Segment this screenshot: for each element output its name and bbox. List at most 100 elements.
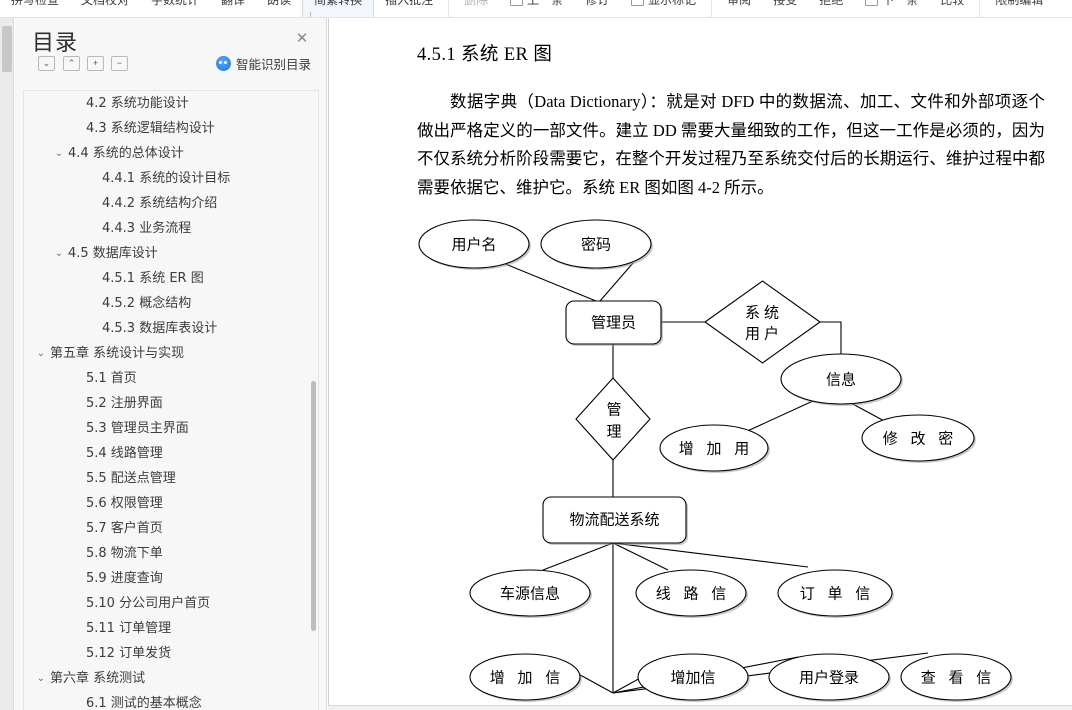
toc-item[interactable]: 4.5.1 系统 ER 图 [24,266,318,291]
collapse-up-icon[interactable]: ⌃ [63,56,80,71]
left-edge-strip [0,18,14,710]
ribbon-item-label: 朗读 [267,0,292,7]
toc-item[interactable]: 5.3 管理员主界面 [24,416,318,441]
toc-item[interactable]: 5.10 分公司用户首页 [24,591,318,616]
toc-item-label: 4.3 系统逻辑结构设计 [86,121,215,136]
toc-list-container: 4.2 系统功能设计 4.3 系统逻辑结构设计 ⌄ 4.4 系统的总体设计 4.4.1 … [23,90,319,710]
toc-item-label: 4.5.3 数据库表设计 [102,321,218,336]
ribbon-item-14[interactable]: 下一条 [854,0,929,17]
ribbon-item-8[interactable]: 上一条 [499,0,574,17]
ribbon-separator [979,0,981,17]
increase-level-icon[interactable]: + [87,56,104,71]
chevron-down-icon[interactable]: ⌄ [52,141,66,166]
chevron-down-icon[interactable]: ⌄ [34,666,48,691]
toc-item[interactable]: 4.3 系统逻辑结构设计 [24,116,318,141]
application-window: 拼写检查 文档校对 字数统计 翻译 朗读 简繁转换 插入批注 删除 上一条 修订 显示标记 审阅 接受 拒… [0,0,1072,710]
toc-item[interactable]: 5.7 客户首页 [24,516,318,541]
ribbon-toolbar: 拼写检查 文档校对 字数统计 翻译 朗读 简繁转换 插入批注 删除 上一条 修订 显示标记 审阅 接受 拒… [0,0,1072,18]
ribbon-item-2[interactable]: 字数统计 [140,0,210,17]
toc-item-label: 4.4 系统的总体设计 [68,146,184,161]
toc-toolbar: ⌄ ⌃ + − 智能识别目录 [15,56,327,82]
ribbon-item-15[interactable]: 比较 [929,0,975,17]
toc-item[interactable]: 4.5.3 数据库表设计 [24,316,318,341]
toc-item[interactable]: 6.1 测试的基本概念 [24,691,318,710]
toc-panel-title: 目录 [32,31,79,56]
toc-item[interactable]: 5.4 线路管理 [24,441,318,466]
panel-drag-handle[interactable] [2,26,12,72]
toc-item[interactable]: ⌄ 4.5 数据库设计 [24,241,318,266]
ribbon-item-label: 拒绝 [819,0,844,7]
ribbon-separator [711,0,713,17]
smart-toc-label: 智能识别目录 [235,57,311,72]
smart-toc-button[interactable]: 智能识别目录 [215,54,311,73]
toc-item[interactable]: ⌄ 第五章 系统设计与实现 [24,341,318,366]
ribbon-item-1[interactable]: 文档校对 [70,0,140,17]
ribbon-item-10[interactable]: 显示标记 [620,0,707,17]
toc-item-label: 4.5 数据库设计 [68,246,158,261]
chevron-down-icon[interactable]: ⌄ [34,341,48,366]
toc-item-label: 4.4.2 系统结构介绍 [102,196,218,211]
ribbon-item-icon [631,0,645,6]
toc-item[interactable]: 4.4.1 系统的设计目标 [24,166,318,191]
ribbon-item-label: 比较 [940,0,965,7]
ribbon-separator [448,0,450,17]
toc-item[interactable]: 4.2 系统功能设计 [24,91,318,116]
toc-item[interactable]: 5.9 进度查询 [24,566,318,591]
toc-scrollbar[interactable] [310,91,316,710]
ribbon-item-label: 限制编辑 [995,0,1044,7]
ribbon-item-13[interactable]: 拒绝 [808,0,854,17]
toc-item[interactable]: 5.1 首页 [24,366,318,391]
toc-item[interactable]: 5.2 注册界面 [24,391,318,416]
toc-item-label: 5.9 进度查询 [86,571,163,586]
ribbon-item-label: 下一条 [882,0,919,7]
ribbon-item-label: 审阅 [727,0,752,7]
toc-item[interactable]: 5.12 订单发货 [24,641,318,666]
ribbon-item-label: 字数统计 [151,0,200,7]
toc-item-label: 4.4.1 系统的设计目标 [102,171,231,186]
smart-ai-icon [215,56,231,71]
toc-item-label: 5.8 物流下单 [86,546,163,561]
toc-item-label: 5.12 订单发货 [86,646,172,661]
chevron-down-icon[interactable]: ⌄ [52,241,66,266]
ribbon-item-12[interactable]: 接受 [762,0,808,17]
document-page: 4.5.1 系统 ER 图 数据字典（Data Dictionary）：就是对 … [329,18,1072,710]
ribbon-item-label: 修订 [585,0,610,7]
ribbon-item-5[interactable]: 简繁转换 [302,0,375,17]
close-icon[interactable]: ✕ [293,30,311,48]
toc-item-label: 5.3 管理员主界面 [86,421,189,436]
toc-item[interactable]: 4.4.2 系统结构介绍 [24,191,318,216]
ribbon-item-label: 上一条 [527,0,564,7]
toc-item-label: 5.1 首页 [86,371,137,386]
toc-item-label: 6.1 测试的基本概念 [86,696,202,710]
decrease-level-icon[interactable]: − [111,56,128,71]
toc-item[interactable]: 5.5 配送点管理 [24,466,318,491]
document-canvas[interactable]: 4.5.1 系统 ER 图 数据字典（Data Dictionary）：就是对 … [328,18,1072,710]
expand-down-icon[interactable]: ⌄ [38,56,55,71]
toc-item[interactable]: 5.6 权限管理 [24,491,318,516]
toc-list: 4.2 系统功能设计 4.3 系统逻辑结构设计 ⌄ 4.4 系统的总体设计 4.4.1 … [24,91,318,710]
ribbon-item-11[interactable]: 审阅 [716,0,762,17]
toc-item[interactable]: 4.5.2 概念结构 [24,291,318,316]
ribbon-item-16[interactable]: 限制编辑 [984,0,1054,17]
ribbon-item-label: 插入批注 [385,0,434,7]
ribbon-item-0[interactable]: 拼写检查 [0,0,70,17]
ribbon-item-label: 文档校对 [81,0,130,7]
toc-item-label: 第五章 系统设计与实现 [50,346,185,361]
toc-item[interactable]: ⌄ 第六章 系统测试 [24,666,318,691]
toc-item-label: 第六章 系统测试 [50,671,146,686]
toc-scrollbar-thumb[interactable] [311,381,316,631]
toc-item[interactable]: 5.11 订单管理 [24,616,318,641]
toc-item-label: 5.2 注册界面 [86,396,163,411]
ribbon-item-3[interactable]: 翻译 [210,0,256,17]
toc-item-label: 5.5 配送点管理 [86,471,176,486]
toc-item-label: 4.2 系统功能设计 [86,96,189,111]
ribbon-item-4[interactable]: 朗读 [256,0,302,17]
toc-item[interactable]: 5.8 物流下单 [24,541,318,566]
ribbon-item-label: 翻译 [221,0,246,7]
ribbon-item-label: 拼写检查 [11,0,60,7]
toc-item-label: 5.10 分公司用户首页 [86,596,211,611]
toc-item[interactable]: 4.4.3 业务流程 [24,216,318,241]
ribbon-item-9[interactable]: 修订 [574,0,620,17]
ribbon-item-6[interactable]: 插入批注 [374,0,444,17]
toc-item[interactable]: ⌄ 4.4 系统的总体设计 [24,141,318,166]
